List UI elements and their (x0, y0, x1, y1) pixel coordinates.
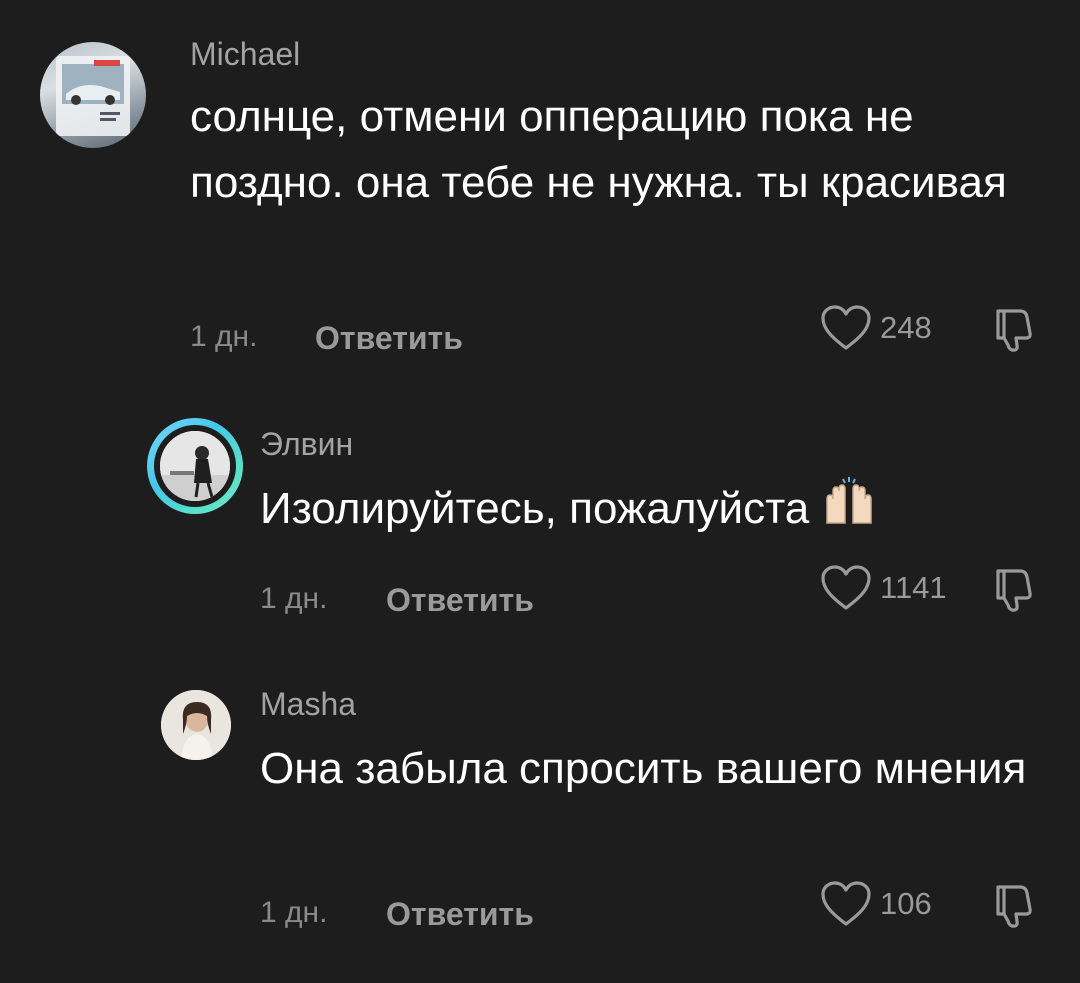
timestamp: 1 дн. (190, 320, 258, 353)
heart-outline-icon (821, 881, 871, 926)
username[interactable]: Michael (190, 36, 300, 73)
raised-hands-emoji (821, 477, 877, 544)
avatar-image (160, 431, 230, 501)
like-count: 106 (880, 886, 932, 921)
avatar[interactable] (40, 42, 146, 148)
username[interactable]: Элвин (260, 426, 353, 463)
comment-text: Изолируйтесь, пожалуйста (260, 476, 1050, 544)
raised-hands-icon (826, 477, 873, 524)
comment-text: солнце, отмени опперацию пока не поздно.… (190, 92, 1007, 207)
thumbs-down-outline-icon (996, 885, 1032, 928)
reply-button[interactable]: Ответить (386, 896, 534, 933)
heart-outline-icon (821, 305, 871, 350)
like-count: 248 (880, 310, 932, 345)
comment-text-body: Изолируйтесь, пожалуйста (260, 484, 810, 533)
username[interactable]: Masha (260, 686, 356, 723)
like-button[interactable]: 106 (820, 880, 932, 928)
timestamp: 1 дн. (260, 896, 328, 929)
reply-button[interactable]: Ответить (386, 582, 534, 619)
avatar-image (56, 56, 130, 136)
dislike-button[interactable] (990, 881, 1034, 934)
timestamp: 1 дн. (260, 582, 328, 615)
reply-button[interactable]: Ответить (315, 320, 463, 357)
comment-text: Она забыла спросить вашего мнения (260, 744, 1027, 793)
like-count: 1141 (880, 570, 947, 605)
avatar[interactable] (161, 690, 231, 760)
like-button[interactable]: 1141 (820, 564, 947, 612)
like-button[interactable]: 248 (820, 304, 932, 352)
dislike-button[interactable] (990, 305, 1034, 358)
dislike-button[interactable] (990, 565, 1034, 618)
thumbs-down-outline-icon (996, 309, 1032, 352)
avatar-image (161, 690, 231, 760)
heart-outline-icon (821, 565, 871, 610)
thumbs-down-outline-icon (996, 569, 1032, 612)
